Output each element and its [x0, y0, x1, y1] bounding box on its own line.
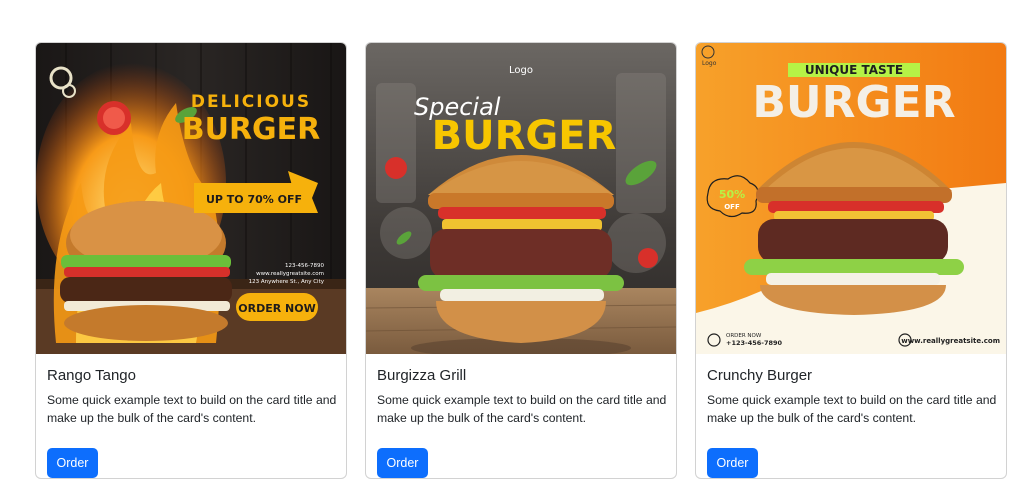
- image-site: www.reallygreatsite.com: [256, 271, 324, 277]
- card-rango-tango: DELICIOUS BURGER UP TO 70% OFF 123-456-7…: [35, 42, 347, 479]
- image-phone: +123-456-7890: [726, 339, 783, 347]
- image-headline-main: BURGER: [752, 77, 955, 128]
- order-button[interactable]: Order: [707, 448, 758, 478]
- card-text: Some quick example text to build on the …: [707, 393, 997, 425]
- image-badge-value: 50%: [719, 188, 745, 201]
- image-headline-top: DELICIOUS: [191, 92, 311, 112]
- card-text: Some quick example text to build on the …: [47, 393, 337, 425]
- image-address: 123 Anywhere St., Any City: [249, 279, 325, 285]
- card-image-rango-tango: DELICIOUS BURGER UP TO 70% OFF 123-456-7…: [36, 43, 346, 354]
- image-phone: 123-456-7890: [285, 263, 324, 269]
- image-headline-main: BURGER: [432, 113, 617, 159]
- order-button[interactable]: Order: [47, 448, 98, 478]
- order-button[interactable]: Order: [377, 448, 428, 478]
- image-logo: Logo: [509, 65, 533, 76]
- card-burgizza-grill: Logo Special BURGER Burgizza Grill Some …: [365, 42, 677, 479]
- image-site: www.reallygreatsite.com: [901, 337, 1000, 345]
- card-text: Some quick example text to build on the …: [377, 393, 667, 425]
- image-headline-main: BURGER: [182, 112, 321, 147]
- image-badge-label: OFF: [724, 203, 740, 211]
- image-headline-top: UNIQUE TASTE: [805, 63, 903, 77]
- image-logo: Logo: [702, 60, 717, 67]
- card-crunchy-burger: Logo UNIQUE TASTE BURGER 50% OFF ORDER N…: [695, 42, 1007, 479]
- image-promo: UP TO 70% OFF: [206, 193, 302, 206]
- card-image-burgizza-grill: Logo Special BURGER: [366, 43, 676, 354]
- card-title: Crunchy Burger: [707, 367, 813, 384]
- card-title: Burgizza Grill: [377, 367, 467, 384]
- card-title: Rango Tango: [47, 367, 136, 384]
- card-image-crunchy-burger: Logo UNIQUE TASTE BURGER 50% OFF ORDER N…: [696, 43, 1006, 354]
- image-cta: ORDER NOW: [238, 302, 315, 315]
